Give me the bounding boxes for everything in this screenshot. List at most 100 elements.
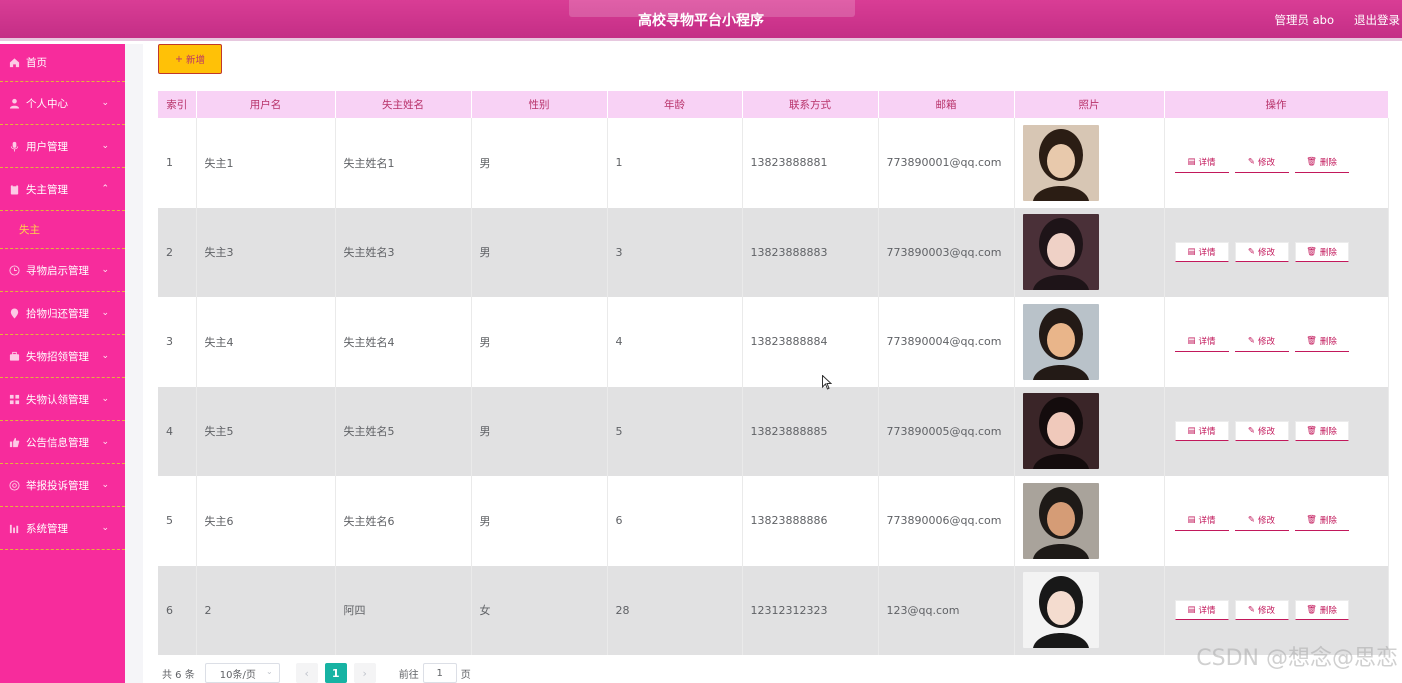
column-header[interactable]: 照片: [1014, 91, 1165, 118]
add-button[interactable]: + 新增: [158, 44, 222, 74]
prev-page-button[interactable]: ‹: [295, 663, 318, 683]
plus-icon: +: [175, 53, 183, 65]
cell-username: 失主1: [196, 118, 336, 208]
edit-button[interactable]: ✎ 修改: [1234, 510, 1289, 531]
next-page-button[interactable]: ›: [353, 663, 376, 683]
cell-email: 773890003@qq.com: [878, 207, 1015, 297]
trash-icon: 🗑: [1306, 426, 1317, 437]
cell-actions: ▤ 详情 ✎ 修改 🗑 删除: [1164, 297, 1389, 387]
chevron-down-icon: ⌄: [101, 351, 109, 361]
photo-female-2[interactable]: [1022, 303, 1099, 380]
photo-female-4[interactable]: [1022, 572, 1099, 649]
pencil-icon: ✎: [1247, 605, 1256, 616]
table-row: 3 失主4 失主姓名4 男 4 13823888884 773890004@qq.com ▤ 详…: [158, 297, 1389, 387]
sidebar-item-system-management[interactable]: 系统管理 ⌄: [0, 507, 125, 550]
photo-female-3[interactable]: [1022, 393, 1099, 470]
goto-label: 前往: [398, 669, 419, 681]
photo-male-1[interactable]: [1022, 124, 1099, 201]
cell-username: 失主6: [196, 476, 336, 566]
detail-button[interactable]: ▤ 详情: [1174, 331, 1229, 352]
row-actions: ▤ 详情 ✎ 修改 🗑 删除: [1173, 600, 1388, 621]
cell-username: 失主4: [196, 297, 336, 387]
detail-button[interactable]: ▤ 详情: [1174, 600, 1229, 621]
edit-button[interactable]: ✎ 修改: [1234, 331, 1289, 352]
table-row: 4 失主5 失主姓名5 男 5 13823888885 773890005@qq.com ▤ 详…: [158, 386, 1389, 476]
document-icon: ▤: [1187, 605, 1196, 616]
sidebar-item-found-management[interactable]: 失物招领管理 ⌄: [0, 335, 125, 378]
detail-label: 详情: [1198, 158, 1216, 169]
column-header[interactable]: 年龄: [607, 91, 743, 118]
delete-button[interactable]: 🗑 删除: [1294, 421, 1349, 442]
column-header[interactable]: 联系方式: [742, 91, 879, 118]
pagination: 共 6 条 10条/页 ⌄ ‹ 1 › 前往 页: [162, 663, 471, 683]
sidebar-item-report-management[interactable]: 举报投诉管理 ⌄: [0, 464, 125, 507]
cell-age: 5: [607, 386, 743, 476]
trash-icon: 🗑: [1306, 157, 1317, 168]
detail-button[interactable]: ▤ 详情: [1174, 421, 1229, 442]
delete-button[interactable]: 🗑 删除: [1294, 331, 1349, 352]
chevron-left-icon: ‹: [304, 666, 309, 680]
edit-button[interactable]: ✎ 修改: [1234, 600, 1289, 621]
sidebar-item-claim-management[interactable]: 失物认领管理 ⌄: [0, 378, 125, 421]
edit-label: 修改: [1258, 516, 1276, 527]
goto-page-input[interactable]: [422, 663, 457, 683]
delete-label: 删除: [1319, 606, 1337, 617]
detail-button[interactable]: ▤ 详情: [1174, 510, 1229, 531]
delete-button[interactable]: 🗑 删除: [1294, 242, 1349, 263]
cell-age: 3: [607, 207, 743, 297]
document-icon: ▤: [1187, 247, 1196, 258]
thumbs-up-icon: [8, 436, 20, 448]
cell-email: 773890004@qq.com: [878, 297, 1015, 387]
column-header[interactable]: 索引: [158, 91, 197, 118]
table-header-row: 索引 用户名 失主姓名 性别 年龄 联系方式 邮箱 照片 操作: [158, 91, 1389, 118]
chevron-down-icon: ⌄: [101, 394, 109, 404]
pencil-icon: ✎: [1247, 336, 1256, 347]
cell-email: 773890001@qq.com: [878, 118, 1015, 208]
sidebar-item-label: 寻物启示管理: [26, 264, 89, 277]
sidebar-item-lost-notice-management[interactable]: 寻物启示管理 ⌄: [0, 249, 125, 292]
column-header[interactable]: 性别: [471, 91, 608, 118]
delete-button[interactable]: 🗑 删除: [1294, 600, 1349, 621]
edit-label: 修改: [1258, 248, 1276, 259]
photo-female-1[interactable]: [1022, 214, 1099, 291]
cell-photo: [1014, 118, 1165, 208]
chevron-down-icon: ⌄: [101, 480, 109, 490]
edit-button[interactable]: ✎ 修改: [1234, 242, 1289, 263]
cell-gender: 男: [471, 297, 608, 387]
cell-actions: ▤ 详情 ✎ 修改 🗑 删除: [1164, 118, 1389, 208]
page-size-select[interactable]: 10条/页 ⌄: [204, 663, 280, 683]
page-unit-label: 页: [460, 669, 471, 681]
sidebar-item-personal-center[interactable]: 个人中心 ⌄: [0, 82, 125, 125]
chevron-down-icon: ⌄: [101, 308, 109, 318]
row-actions: ▤ 详情 ✎ 修改 🗑 删除: [1173, 421, 1388, 442]
clipboard-icon: [8, 183, 20, 195]
column-header[interactable]: 操作: [1164, 91, 1389, 118]
column-header[interactable]: 用户名: [196, 91, 336, 118]
sidebar-item-label: 系统管理: [26, 522, 68, 535]
delete-label: 删除: [1319, 516, 1337, 527]
detail-button[interactable]: ▤ 详情: [1174, 152, 1229, 173]
logout-link[interactable]: 退出登录: [1354, 12, 1400, 28]
sidebar-item-announcement-management[interactable]: 公告信息管理 ⌄: [0, 421, 125, 464]
microphone-icon: [8, 140, 20, 152]
column-header[interactable]: 失主姓名: [335, 91, 472, 118]
location-icon: [8, 307, 20, 319]
detail-label: 详情: [1198, 606, 1216, 617]
submenu-item-owner[interactable]: 失主: [0, 211, 125, 249]
photo-male-2[interactable]: [1022, 482, 1099, 559]
edit-button[interactable]: ✎ 修改: [1234, 421, 1289, 442]
delete-button[interactable]: 🗑 删除: [1294, 510, 1349, 531]
sidebar-item-owner-management[interactable]: 失主管理 ⌃: [0, 168, 125, 211]
delete-button[interactable]: 🗑 删除: [1294, 152, 1349, 173]
detail-button[interactable]: ▤ 详情: [1174, 242, 1229, 263]
page-number-button[interactable]: 1: [324, 663, 347, 683]
trash-icon: 🗑: [1306, 247, 1317, 258]
chevron-up-icon: ⌃: [101, 184, 109, 194]
column-header[interactable]: 邮箱: [878, 91, 1015, 118]
pencil-icon: ✎: [1247, 157, 1256, 168]
sidebar-item-return-management[interactable]: 拾物归还管理 ⌄: [0, 292, 125, 335]
sidebar-item-home[interactable]: 首页: [0, 44, 125, 82]
pencil-icon: ✎: [1247, 247, 1256, 258]
sidebar-item-user-management[interactable]: 用户管理 ⌄: [0, 125, 125, 168]
edit-button[interactable]: ✎ 修改: [1234, 152, 1289, 173]
